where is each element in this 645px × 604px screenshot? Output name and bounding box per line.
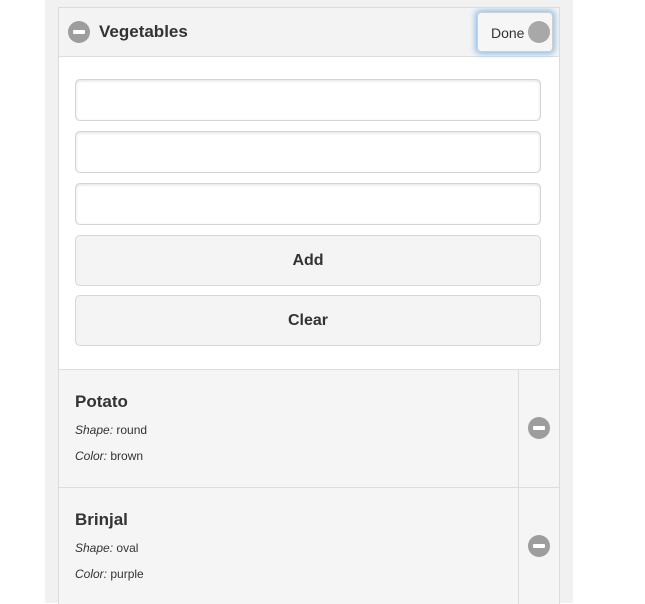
list-item-content[interactable]: Potato Shape: round Color: brown (59, 370, 519, 487)
name-input[interactable] (75, 79, 541, 121)
panel-title: Vegetables (99, 22, 188, 41)
shape-value: round (116, 423, 148, 437)
delete-item-button[interactable] (519, 370, 559, 487)
shape-value: oval (116, 541, 139, 555)
clear-button[interactable]: Clear (75, 295, 541, 346)
color-label: Color: (75, 567, 108, 581)
shape-input[interactable] (75, 131, 541, 173)
shape-label: Shape: (75, 541, 114, 555)
list-item: Potato Shape: round Color: brown (59, 370, 559, 488)
minus-circle-icon (528, 417, 550, 439)
color-value: purple (110, 567, 144, 581)
delete-item-button[interactable] (519, 488, 559, 604)
item-color: Color: purple (75, 567, 144, 581)
color-value: brown (110, 449, 144, 463)
list-item-content[interactable]: Brinjal Shape: oval Color: purple (59, 488, 519, 604)
minus-circle-icon (528, 535, 550, 557)
color-input[interactable] (75, 183, 541, 225)
shape-label: Shape: (75, 423, 114, 437)
panel-header[interactable]: Vegetables Done (59, 8, 559, 57)
item-shape: Shape: round (75, 423, 147, 437)
item-name: Brinjal (75, 510, 128, 529)
list-item: Brinjal Shape: oval Color: purple (59, 488, 559, 604)
toggle-knob-icon[interactable] (528, 21, 550, 43)
item-color: Color: brown (75, 449, 143, 463)
add-item-form: Add Clear (59, 57, 559, 370)
done-toggle-button[interactable]: Done (477, 12, 553, 52)
collapsible-panel: Vegetables Done Add Clear Potato Shape: … (58, 7, 560, 604)
collapse-minus-icon[interactable] (68, 21, 90, 43)
done-label: Done (491, 25, 525, 41)
add-button[interactable]: Add (75, 235, 541, 286)
item-shape: Shape: oval (75, 541, 138, 555)
item-name: Potato (75, 392, 128, 411)
color-label: Color: (75, 449, 108, 463)
